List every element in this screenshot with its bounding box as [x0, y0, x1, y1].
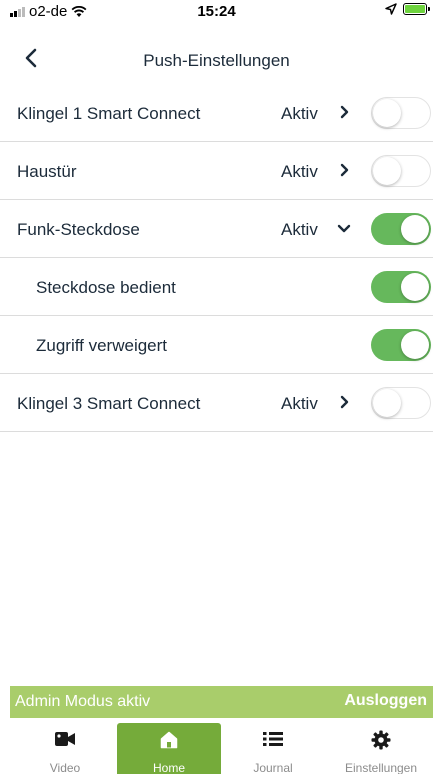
admin-mode-text: Admin Modus aktiv — [15, 693, 151, 710]
row-label: Funk-Steckdose — [17, 220, 140, 239]
toggle-switch[interactable] — [371, 155, 431, 187]
list-item-steckdose-bedient[interactable]: Steckdose bedient — [0, 258, 433, 316]
row-status: Aktiv — [281, 220, 318, 239]
list-item-zugriff-verweigert[interactable]: Zugriff verweigert — [0, 316, 433, 374]
list-item-funk-steckdose[interactable]: Funk-Steckdose Aktiv — [0, 200, 433, 258]
admin-mode-banner: Admin Modus aktiv Ausloggen — [10, 686, 433, 718]
push-settings-list: Klingel 1 Smart Connect Aktiv Haustür Ak… — [0, 84, 433, 432]
list-item-haustuer[interactable]: Haustür Aktiv — [0, 142, 433, 200]
battery-icon — [403, 3, 430, 15]
chevron-right-icon[interactable] — [336, 104, 352, 120]
toggle-switch[interactable] — [371, 329, 431, 361]
chevron-down-icon[interactable] — [336, 220, 352, 236]
tab-einstellungen[interactable]: Einstellungen — [329, 719, 433, 774]
tab-label: Journal — [253, 761, 293, 774]
location-arrow-icon — [385, 3, 397, 15]
toggle-switch[interactable] — [371, 97, 431, 129]
toggle-switch[interactable] — [371, 271, 431, 303]
gear-icon — [371, 730, 391, 750]
chevron-right-icon[interactable] — [336, 162, 352, 178]
tab-video[interactable]: Video — [13, 719, 117, 774]
tab-label: Einstellungen — [344, 761, 418, 774]
navigation-bar: Push-Einstellungen — [0, 38, 433, 82]
row-status: Aktiv — [281, 394, 318, 413]
status-right — [385, 3, 430, 15]
list-icon — [263, 732, 283, 746]
row-label: Haustür — [17, 162, 77, 181]
row-label: Klingel 1 Smart Connect — [17, 104, 201, 123]
row-label: Klingel 3 Smart Connect — [17, 394, 201, 413]
home-icon — [160, 731, 178, 749]
tab-bar: Video Home Journal Einstellungen — [0, 719, 433, 774]
logout-button[interactable]: Ausloggen — [344, 692, 427, 710]
list-item-klingel-3[interactable]: Klingel 3 Smart Connect Aktiv — [0, 374, 433, 432]
list-item-klingel-1[interactable]: Klingel 1 Smart Connect Aktiv — [0, 84, 433, 142]
page-title: Push-Einstellungen — [143, 51, 290, 70]
toggle-switch[interactable] — [371, 213, 431, 245]
row-label: Steckdose bedient — [36, 278, 176, 297]
tab-label: Video — [49, 761, 81, 774]
tab-journal[interactable]: Journal — [221, 719, 325, 774]
tab-home[interactable]: Home — [117, 723, 221, 774]
row-label: Zugriff verweigert — [36, 336, 168, 355]
status-bar: o2-de 15:24 — [0, 0, 433, 22]
tab-label: Home — [152, 761, 185, 774]
toggle-switch[interactable] — [371, 387, 431, 419]
chevron-right-icon[interactable] — [336, 394, 352, 410]
video-camera-icon — [55, 732, 75, 746]
row-status: Aktiv — [281, 104, 318, 123]
row-status: Aktiv — [281, 162, 318, 181]
status-time: 15:24 — [197, 3, 236, 20]
